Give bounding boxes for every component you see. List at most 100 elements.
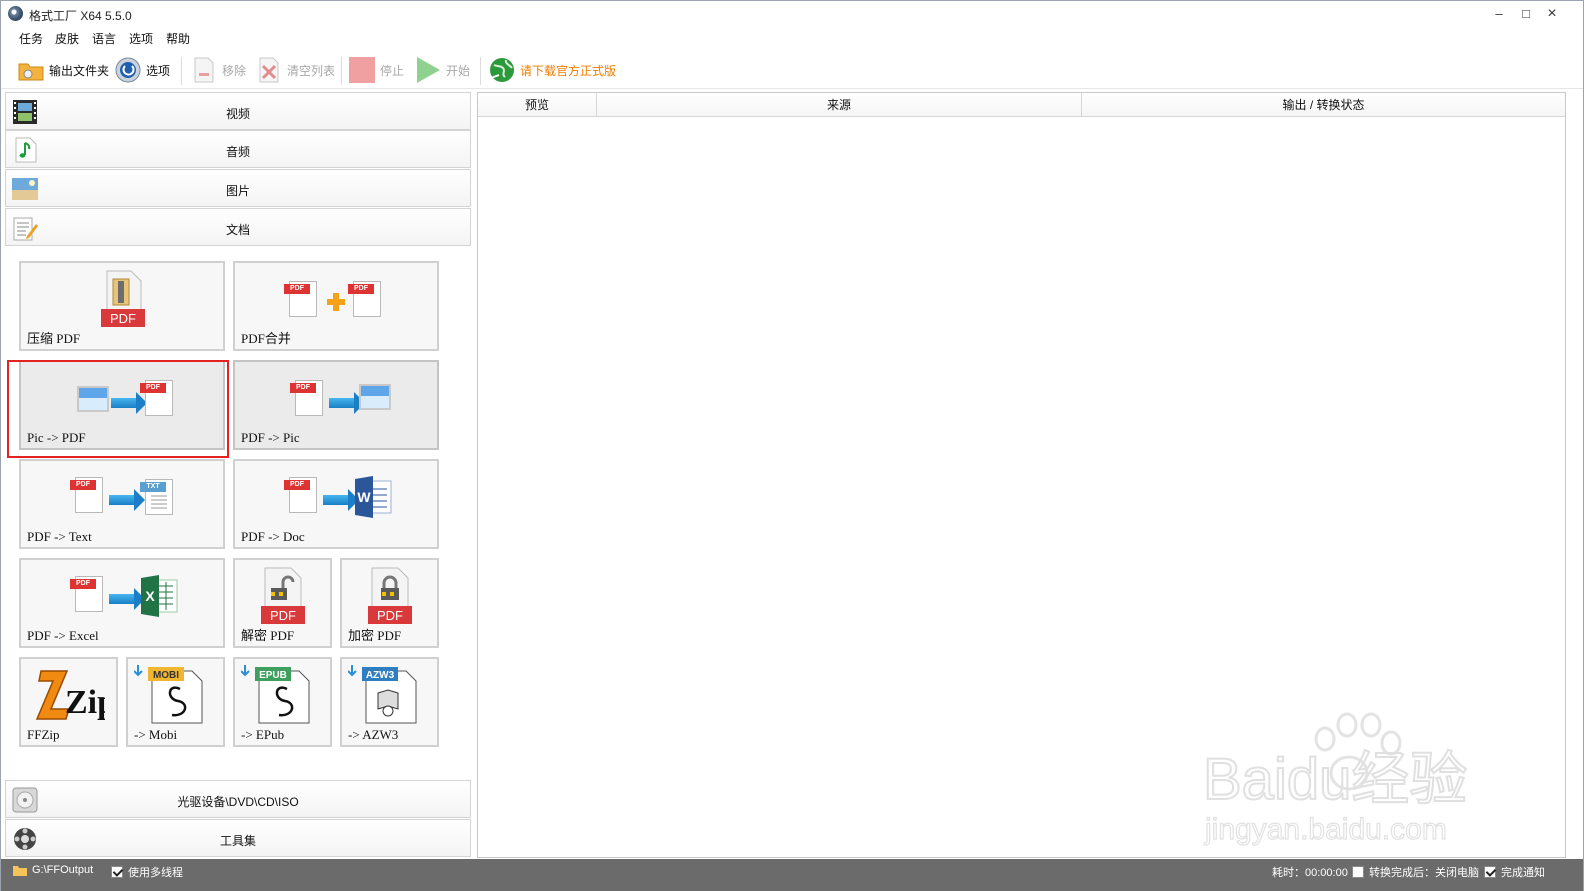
download-official-link[interactable]: 请下载官方正式版 [488, 55, 616, 85]
category-tools-label: 工具集 [219, 834, 256, 848]
tile-ffzip[interactable]: Zip FFZip [19, 657, 118, 747]
stop-button[interactable]: 停止 [348, 55, 404, 85]
pdf-to-excel-icon: PDF X [70, 570, 183, 620]
tile-pic-to-pdf[interactable]: PDF Pic -> PDF [19, 360, 225, 450]
pdf-merge-icon: PDF PDF [281, 275, 391, 325]
tile-label: -> Mobi [134, 727, 178, 742]
output-path-text: G:\FFOutput [32, 864, 94, 876]
elapsed-time-text: 耗时：00:00:00 [1272, 867, 1348, 879]
output-folder-button[interactable]: 输出文件夹 [17, 55, 109, 85]
tile-to-azw3[interactable]: AZW3 -> AZW3 [340, 657, 439, 747]
tile-to-epub[interactable]: EPUB -> EPub [233, 657, 332, 747]
svg-text:X: X [145, 588, 155, 604]
tile-label: PDF合并 [241, 331, 291, 346]
maximize-button[interactable]: □ [1517, 5, 1535, 23]
remove-file-icon [190, 56, 218, 84]
unlock-pdf-icon: PDF [259, 566, 307, 626]
app-window: 格式工厂 X64 5.5.0 – □ × 任务 皮肤 语言 选项 帮助 输出文件… [0, 0, 1584, 891]
clear-list-icon [255, 56, 283, 84]
category-panel: 视频 音频 图片 文档 PDF 压缩 PDF PDF PDF PDF合并 PDF… [5, 92, 471, 858]
folder-icon [13, 866, 27, 876]
category-video-label: 视频 [225, 107, 250, 121]
category-tools[interactable]: 工具集 [5, 819, 471, 857]
category-audio[interactable]: 音频 [5, 130, 471, 168]
pdf-to-doc-icon: PDF W [284, 471, 397, 521]
tile-pdf-merge[interactable]: PDF PDF PDF合并 [233, 261, 439, 351]
download-official-label: 请下载官方正式版 [520, 63, 617, 78]
remove-button[interactable]: 移除 [190, 55, 246, 85]
svg-text:AZW3: AZW3 [366, 670, 395, 681]
column-output-status[interactable]: 输出 / 转换状态 [1082, 93, 1565, 117]
svg-text:PDF: PDF [377, 608, 403, 623]
column-source[interactable]: 来源 [597, 93, 1082, 117]
tile-label: PDF -> Pic [241, 430, 300, 445]
tile-to-mobi[interactable]: MOBI -> Mobi [126, 657, 225, 747]
folder-icon [17, 56, 45, 84]
tile-decrypt-pdf[interactable]: PDF 解密 PDF [233, 558, 332, 648]
column-preview[interactable]: 预览 [478, 93, 597, 117]
azw3-icon: AZW3 [347, 663, 428, 725]
menu-language[interactable]: 语言 [92, 30, 116, 47]
tile-label: 解密 PDF [241, 628, 295, 643]
tile-label: 加密 PDF [348, 628, 402, 643]
tile-pdf-to-doc[interactable]: PDF W PDF -> Doc [233, 459, 439, 549]
title-bar: 格式工厂 X64 5.5.0 – □ × [1, 1, 1583, 27]
lock-pdf-icon: PDF [366, 566, 414, 626]
start-label: 开始 [446, 63, 471, 78]
toolbar-separator [341, 57, 342, 85]
tile-pdf-to-pic[interactable]: PDF PDF -> Pic [233, 360, 439, 450]
tile-label: PDF -> Doc [241, 529, 305, 544]
close-button[interactable]: × [1543, 5, 1561, 23]
menu-skin[interactable]: 皮肤 [55, 30, 79, 47]
svg-text:EPUB: EPUB [259, 670, 287, 681]
category-audio-label: 音频 [225, 145, 250, 159]
category-video[interactable]: 视频 [5, 92, 471, 130]
pdf-to-pic-icon: PDF [287, 374, 397, 424]
menu-help[interactable]: 帮助 [166, 30, 190, 47]
notify-toggle[interactable]: 完成通知 [1484, 864, 1545, 880]
ffzip-icon: Zip [35, 665, 116, 725]
category-picture[interactable]: 图片 [5, 169, 471, 207]
menu-tasks[interactable]: 任务 [19, 30, 43, 47]
globe-icon [488, 56, 516, 84]
options-button[interactable]: 选项 [114, 55, 170, 85]
task-list[interactable]: 预览 来源 输出 / 转换状态 [477, 92, 1566, 858]
tile-label: -> AZW3 [348, 727, 399, 742]
compress-pdf-icon: PDF [99, 269, 147, 329]
multithread-checkbox[interactable] [111, 866, 123, 878]
svg-text:PDF: PDF [270, 608, 296, 623]
epub-icon: EPUB [240, 663, 321, 725]
tile-label: -> EPub [241, 727, 285, 742]
menu-options[interactable]: 选项 [129, 30, 153, 47]
tile-encrypt-pdf[interactable]: PDF 加密 PDF [340, 558, 439, 648]
after-convert-toggle[interactable]: 转换完成后：关闭电脑 [1352, 864, 1479, 880]
remove-label: 移除 [222, 63, 247, 78]
notify-checkbox[interactable] [1484, 866, 1496, 878]
after-convert-checkbox[interactable] [1352, 866, 1364, 878]
pdf-to-text-icon: PDF TXT [70, 471, 183, 521]
tile-compress-pdf[interactable]: PDF 压缩 PDF [19, 261, 225, 351]
stop-icon [348, 56, 376, 84]
svg-text:MOBI: MOBI [153, 670, 179, 681]
tile-label: 压缩 PDF [27, 331, 81, 346]
output-path[interactable]: G:\FFOutput [13, 864, 93, 876]
app-logo-icon [8, 6, 23, 21]
tile-pdf-to-excel[interactable]: PDF X PDF -> Excel [19, 558, 225, 648]
tile-pdf-to-text[interactable]: PDF TXT PDF -> Text [19, 459, 225, 549]
window-title: 格式工厂 X64 5.5.0 [29, 9, 132, 23]
category-picture-label: 图片 [225, 184, 250, 198]
minimize-button[interactable]: – [1490, 5, 1508, 23]
category-disc[interactable]: 光驱设备\DVD\CD\ISO [5, 780, 471, 818]
pdf-badge-text: PDF [110, 311, 136, 326]
toolbar-separator [480, 57, 481, 85]
multithread-toggle[interactable]: 使用多线程 [111, 864, 183, 880]
play-icon [414, 56, 442, 84]
category-document[interactable]: 文档 [5, 208, 471, 246]
tile-label: Pic -> PDF [27, 430, 86, 445]
gear-icon [114, 56, 142, 84]
stop-label: 停止 [380, 63, 405, 78]
mobi-icon: MOBI [133, 663, 214, 725]
clear-list-label: 清空列表 [287, 63, 336, 78]
start-button[interactable]: 开始 [414, 55, 470, 85]
clear-list-button[interactable]: 清空列表 [255, 55, 335, 85]
